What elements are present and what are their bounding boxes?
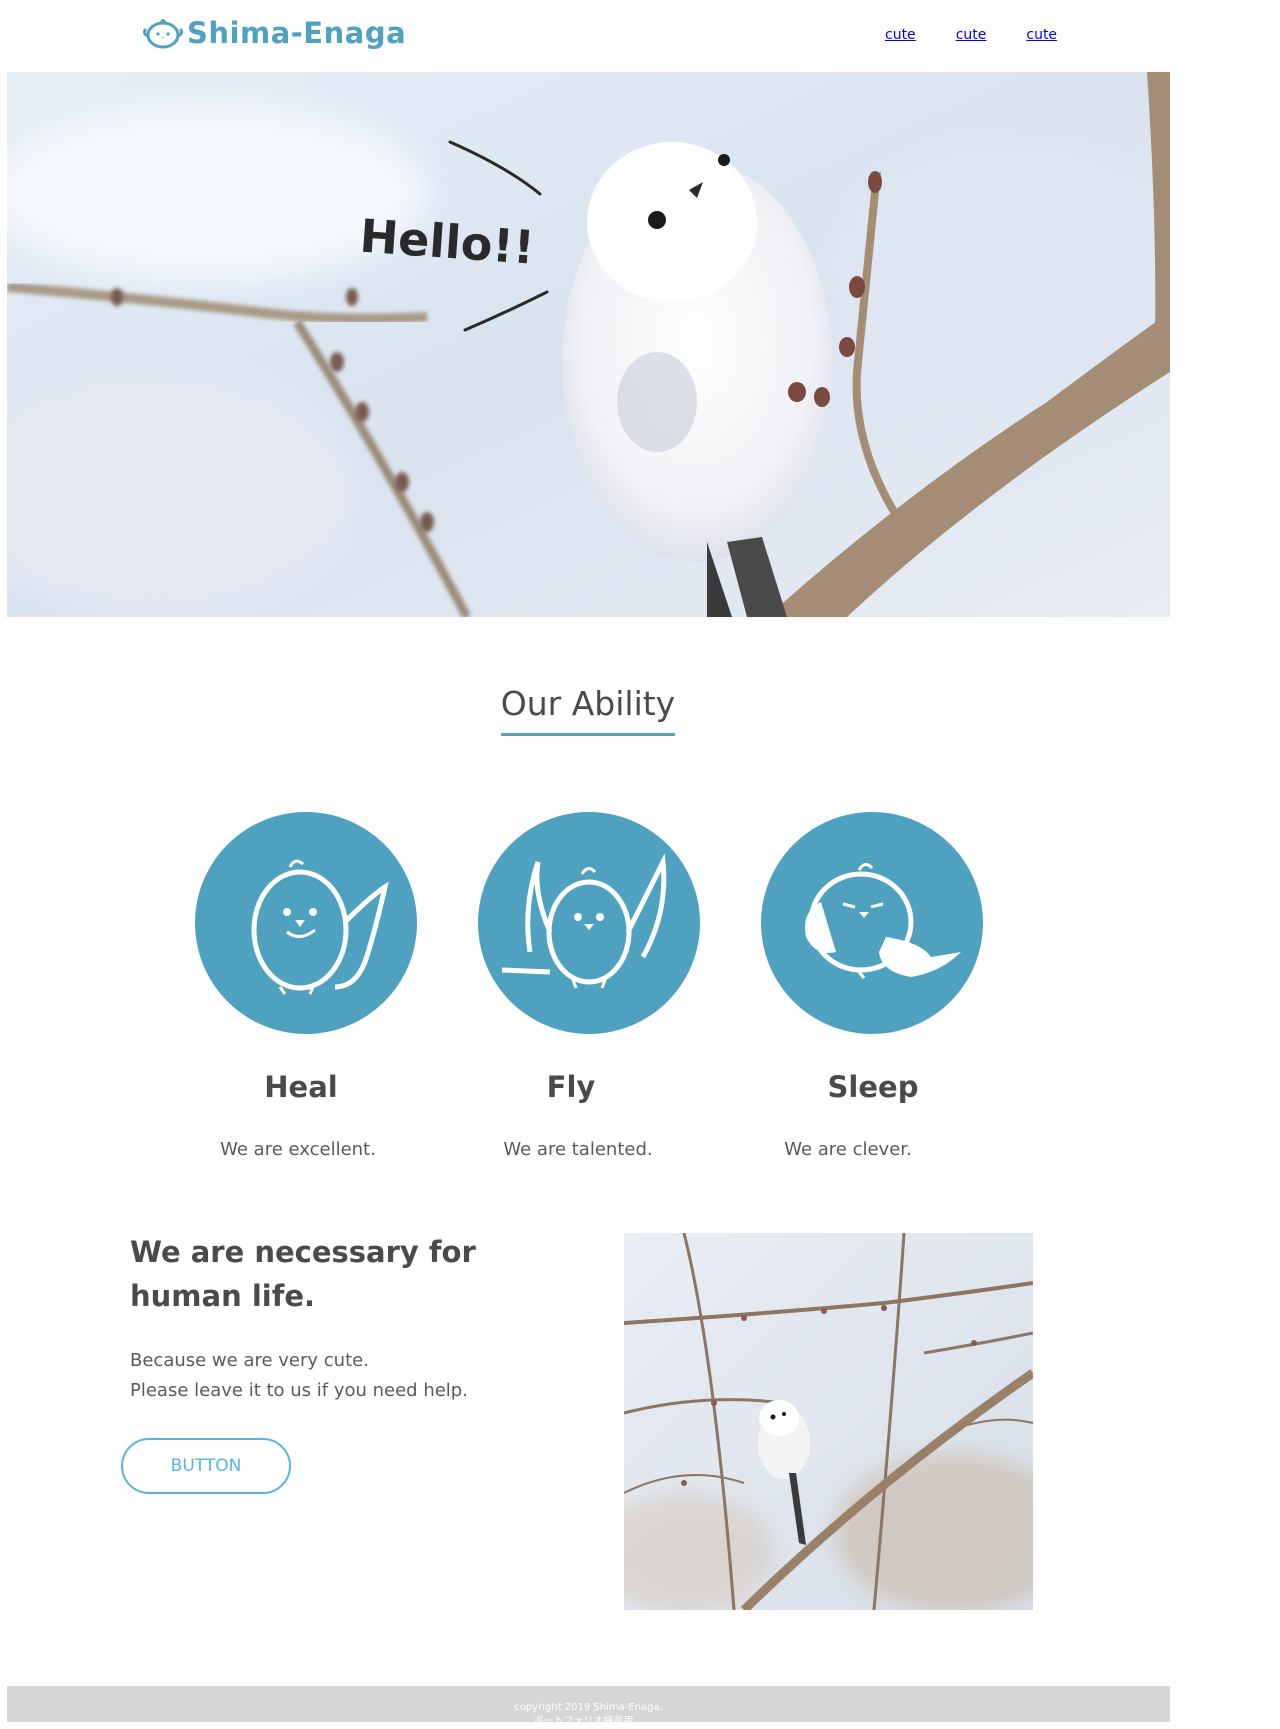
ability-section-title: Our Ability	[0, 684, 1176, 736]
site-footer: copyright 2019 Shima-Enaga. ポートフォリオ練習用。	[7, 1686, 1170, 1727]
about-text: Because we are very cute. Please leave i…	[130, 1346, 468, 1406]
ability-heal-card	[195, 812, 417, 1034]
about-text-line2: Please leave it to us if you need help.	[130, 1380, 468, 1401]
ability-sleep-title: Sleep	[827, 1070, 919, 1104]
about-heading-line2: human life.	[130, 1279, 316, 1313]
ability-heal-title: Heal	[264, 1070, 338, 1104]
hero-photo: Hello!!	[7, 72, 1170, 617]
ability-fly-text: We are talented.	[503, 1139, 653, 1160]
footer-copyright: copyright 2019 Shima-Enaga.	[514, 1702, 663, 1713]
ability-sleep-text: We are clever.	[784, 1139, 912, 1160]
logo-text: Shima-Enaga	[187, 16, 407, 50]
cta-button[interactable]: BUTTON	[121, 1438, 291, 1494]
about-heading: We are necessary for human life.	[130, 1230, 570, 1318]
nav-link-cute-1[interactable]: cute	[885, 27, 916, 43]
smiling-bird-icon	[195, 812, 417, 1034]
nav-link-cute-2[interactable]: cute	[956, 27, 987, 43]
main-nav: cute cute cute	[885, 27, 1097, 43]
ability-sleep-card	[761, 812, 983, 1034]
hero-image: Hello!!	[7, 72, 1170, 617]
about-photo	[624, 1233, 1033, 1610]
about-text-line1: Because we are very cute.	[130, 1350, 369, 1371]
site-logo[interactable]: Shima-Enaga	[143, 12, 406, 54]
ability-heal-text: We are excellent.	[220, 1139, 376, 1160]
ability-title-text: Our Ability	[500, 684, 676, 736]
site-header: Shima-Enaga cute cute cute	[0, 0, 1170, 72]
flying-bird-icon	[478, 812, 700, 1034]
about-heading-line1: We are necessary for	[130, 1235, 476, 1269]
nav-link-cute-3[interactable]: cute	[1026, 27, 1057, 43]
sleeping-bird-icon	[761, 812, 983, 1034]
bird-logo-icon	[143, 19, 183, 49]
ability-fly-title: Fly	[546, 1070, 596, 1104]
footer-note: ポートフォリオ練習用。	[533, 1716, 644, 1727]
ability-fly-card	[478, 812, 700, 1034]
